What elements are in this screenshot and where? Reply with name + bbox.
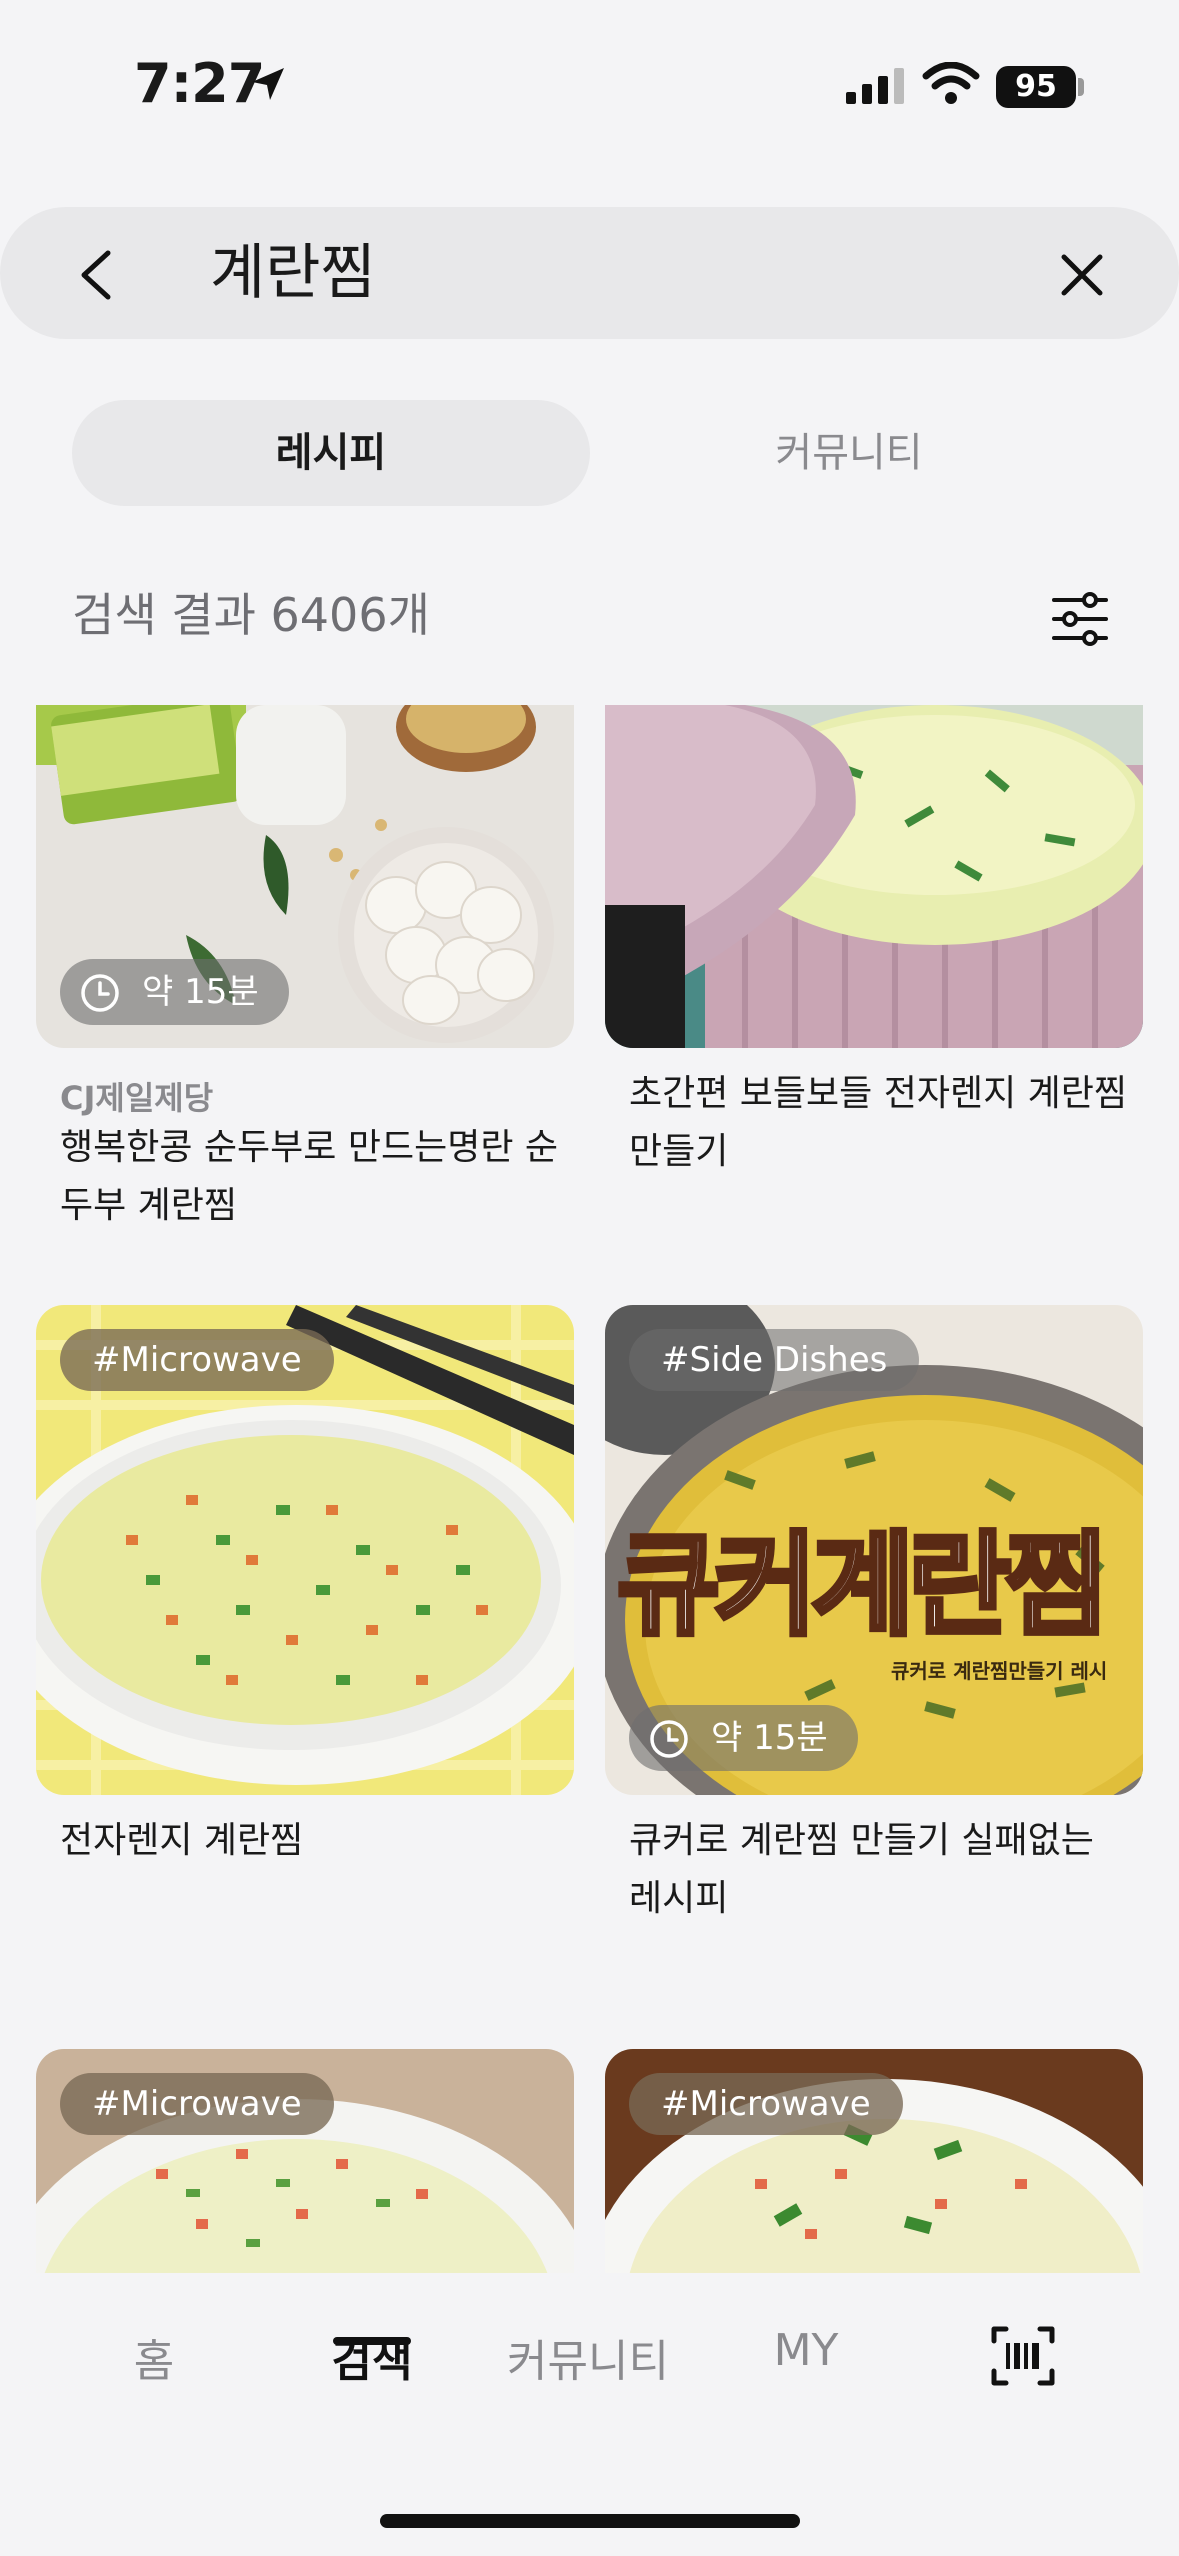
time-badge: 약 15분 [60,959,289,1025]
clear-icon[interactable] [1058,251,1106,299]
status-time: 7:27 [134,52,265,115]
search-query[interactable]: 계란찜 [210,235,376,311]
battery-tip [1078,78,1084,96]
recipe-card[interactable]: 약 15분 CJ제일제당 행복한콩 순두부로 만드는명란 순두부 계란찜 [36,705,574,1265]
thumbnail-overlay-title: 큐커계란찜 [614,1519,1110,1654]
recipe-thumbnail[interactable]: 큐커계란찜 큐커로 계란찜만들기 레시 #Side Dishes 약 15분 [605,1305,1143,1795]
nav-active-indicator [333,2337,411,2345]
thumbnail-overlay-subtitle: 큐커로 계란찜만들기 레시 [891,1659,1108,1683]
recipe-card[interactable]: #Microwave [36,2049,574,2273]
result-count: 검색 결과 6406개 [72,588,430,642]
nav-home[interactable]: 홈 [64,2325,244,2389]
time-badge: 약 15분 [629,1705,858,1771]
back-chevron-icon[interactable] [72,247,122,303]
recipe-card[interactable]: 큐커계란찜 큐커로 계란찜만들기 레시 #Side Dishes 약 15분 큐… [605,1305,1143,1925]
category-tag: #Microwave [629,2073,903,2135]
wifi-icon [922,62,980,104]
tab-recipe[interactable]: 레시피 [72,400,590,506]
nav-search[interactable]: 검색 [282,2325,462,2389]
time-label: 약 15분 [142,972,259,1012]
recipe-photo-pink-bowl [605,705,1143,1048]
category-tag: #Microwave [60,2073,334,2135]
tab-community[interactable]: 커뮤니티 [590,400,1108,506]
recipe-title[interactable]: 전자렌지 계란찜 [60,1812,560,1870]
search-bar[interactable]: 계란찜 [0,207,1179,339]
results-grid: 약 15분 CJ제일제당 행복한콩 순두부로 만드는명란 순두부 계란찜 초간편… [0,705,1179,2273]
recipe-brand: CJ제일제당 [60,1079,214,1117]
recipe-thumbnail[interactable] [605,705,1143,1048]
recipe-card[interactable]: 초간편 보들보들 전자렌지 계란찜 만들기 [605,705,1143,1265]
battery-indicator: 95 [996,66,1076,108]
recipe-title[interactable]: 초간편 보들보들 전자렌지 계란찜 만들기 [629,1065,1129,1181]
barcode-scan-icon[interactable] [990,2325,1056,2387]
status-bar: 7:27 95 [0,0,1179,150]
recipe-card[interactable]: #Microwave 전자렌지 계란찜 [36,1305,574,1865]
recipe-thumbnail[interactable]: #Microwave [605,2049,1143,2273]
nav-community[interactable]: 커뮤니티 [498,2325,678,2389]
filter-sliders-icon[interactable] [1050,590,1110,648]
location-arrow-icon [252,68,284,100]
home-indicator [380,2514,800,2528]
time-label: 약 15분 [711,1718,828,1758]
clock-icon [650,1720,688,1758]
recipe-title[interactable]: 행복한콩 순두부로 만드는명란 순두부 계란찜 [60,1119,560,1235]
clock-icon [81,974,119,1012]
category-tag: #Microwave [60,1329,334,1391]
recipe-thumbnail[interactable]: #Microwave [36,1305,574,1795]
recipe-thumbnail[interactable]: #Microwave [36,2049,574,2273]
recipe-thumbnail[interactable]: 약 15분 [36,705,574,1048]
nav-my[interactable]: MY [716,2325,896,2376]
recipe-title[interactable]: 큐커로 계란찜 만들기 실패없는 레시피 [629,1812,1129,1928]
category-tag: #Side Dishes [629,1329,920,1391]
recipe-card[interactable]: #Microwave [605,2049,1143,2273]
cellular-signal-icon [846,68,904,104]
